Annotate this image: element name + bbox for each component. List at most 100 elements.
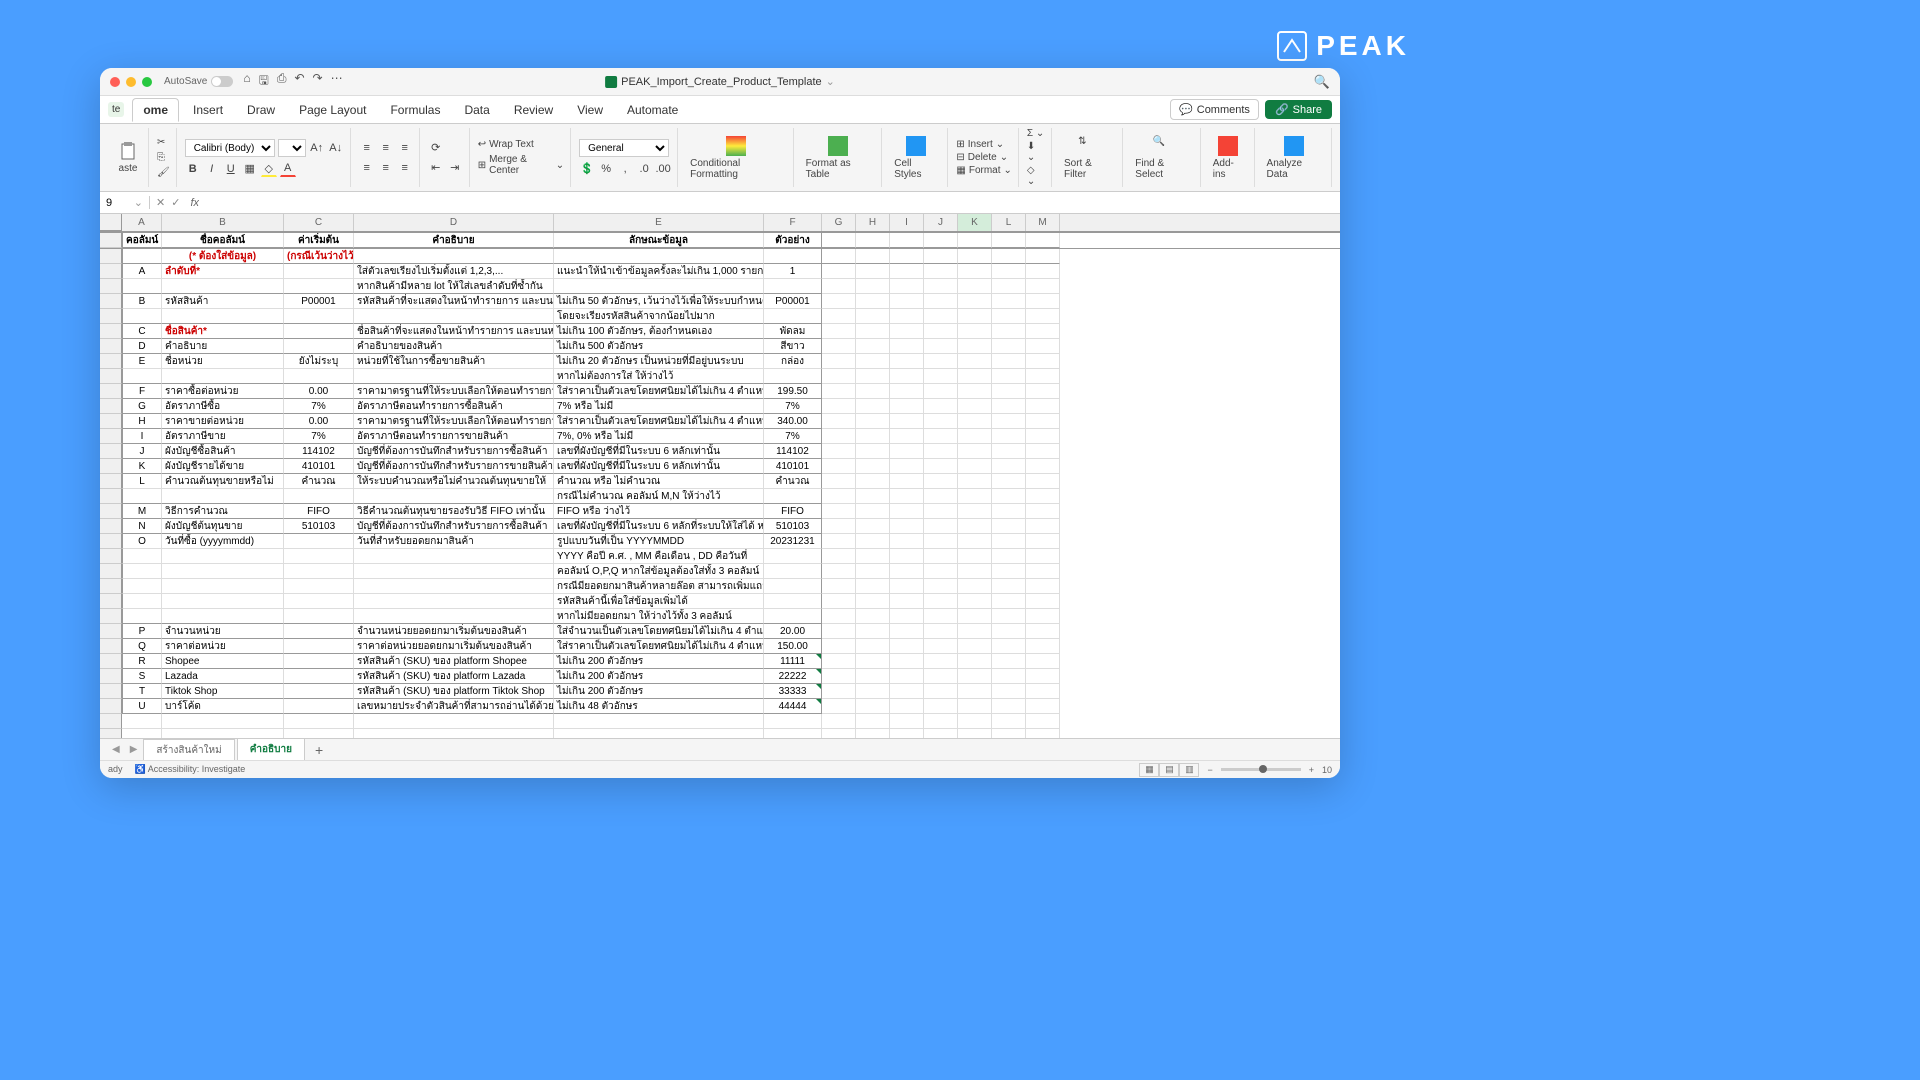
cell[interactable] <box>992 534 1026 549</box>
tab-formulas[interactable]: Formulas <box>380 99 450 121</box>
cell[interactable] <box>822 609 856 624</box>
cell[interactable]: 410101 <box>764 459 822 474</box>
cell[interactable] <box>992 384 1026 399</box>
cell[interactable] <box>1026 474 1060 489</box>
cell[interactable] <box>822 264 856 279</box>
cell[interactable] <box>1026 504 1060 519</box>
increase-indent-icon[interactable]: ⇥ <box>447 160 463 176</box>
cell[interactable]: ไม่เกิน 200 ตัวอักษร <box>554 669 764 684</box>
cell[interactable]: Lazada <box>162 669 284 684</box>
cell[interactable] <box>162 579 284 594</box>
zoom-in-button[interactable]: + <box>1309 765 1314 775</box>
cell[interactable] <box>764 549 822 564</box>
underline-button[interactable]: U <box>223 161 239 177</box>
cell[interactable]: 33333 <box>764 684 822 699</box>
number-format-select[interactable]: General <box>579 139 669 157</box>
cell[interactable] <box>122 729 162 738</box>
cell[interactable] <box>554 279 764 294</box>
cell[interactable] <box>924 504 958 519</box>
cell[interactable]: ไม่เกิน 200 ตัวอักษร <box>554 654 764 669</box>
cell[interactable] <box>1026 699 1060 714</box>
cell[interactable] <box>856 729 890 738</box>
cell[interactable] <box>958 384 992 399</box>
cell[interactable] <box>958 279 992 294</box>
cell[interactable] <box>924 294 958 309</box>
cell[interactable] <box>890 399 924 414</box>
cell[interactable]: T <box>122 684 162 699</box>
cell[interactable] <box>958 429 992 444</box>
percent-icon[interactable]: % <box>598 161 614 177</box>
cell[interactable] <box>924 384 958 399</box>
font-select[interactable]: Calibri (Body) <box>185 139 275 157</box>
cell[interactable] <box>284 264 354 279</box>
cell[interactable] <box>890 519 924 534</box>
cell[interactable] <box>822 684 856 699</box>
col-header-F[interactable]: F <box>764 214 822 231</box>
quick-access-toolbar[interactable]: ⌂ 🖫 ⎙ ↶ ↷ ⋯ <box>243 71 342 92</box>
cell[interactable] <box>890 324 924 339</box>
align-bottom-icon[interactable]: ≡ <box>397 140 413 156</box>
cell[interactable]: J <box>122 444 162 459</box>
col-header-C[interactable]: C <box>284 214 354 231</box>
cell[interactable] <box>764 714 822 729</box>
cell[interactable]: M <box>122 504 162 519</box>
cell[interactable]: ใส่ราคาเป็นตัวเลขโดยทศนิยมได้ไม่เกิน 4 ต… <box>554 414 764 429</box>
cell[interactable] <box>924 233 958 248</box>
cell[interactable] <box>958 249 992 264</box>
cell[interactable]: ผังบัญชีซื้อสินค้า <box>162 444 284 459</box>
cell[interactable] <box>354 489 554 504</box>
cell[interactable] <box>822 669 856 684</box>
cell[interactable]: หากไม่ต้องการใส่ ให้ว่างไว้ <box>554 369 764 384</box>
sheet-nav-prev[interactable]: ◀ <box>108 744 124 755</box>
cell[interactable] <box>890 444 924 459</box>
cell[interactable] <box>958 624 992 639</box>
cell[interactable]: Tiktok Shop <box>162 684 284 699</box>
home-icon[interactable]: ⌂ <box>243 71 250 92</box>
tab-automate[interactable]: Automate <box>617 99 688 121</box>
format-as-table-button[interactable]: Format as Table <box>802 134 876 182</box>
cell[interactable] <box>554 249 764 264</box>
cell[interactable] <box>890 594 924 609</box>
cell[interactable] <box>992 594 1026 609</box>
cell[interactable] <box>822 564 856 579</box>
cell[interactable]: แนะนำให้นำเข้าข้อมูลครั้งละไม่เกิน 1,000… <box>554 264 764 279</box>
cell[interactable] <box>958 504 992 519</box>
cell[interactable] <box>958 354 992 369</box>
cell[interactable] <box>822 459 856 474</box>
cell[interactable]: H <box>122 414 162 429</box>
cell[interactable] <box>890 264 924 279</box>
cell[interactable]: ลักษณะข้อมูล <box>554 233 764 248</box>
cell[interactable] <box>1026 729 1060 738</box>
cell[interactable] <box>1026 639 1060 654</box>
fill-color-button[interactable]: ◇ <box>261 161 277 177</box>
sheet-tab-1[interactable]: สร้างสินค้าใหม่ <box>143 739 234 761</box>
cell[interactable] <box>958 519 992 534</box>
document-title[interactable]: PEAK_Import_Create_Product_Template⌄ <box>605 75 835 88</box>
cell[interactable] <box>992 444 1026 459</box>
cell[interactable] <box>958 414 992 429</box>
find-select-button[interactable]: 🔍Find & Select <box>1131 134 1193 182</box>
cell[interactable] <box>822 519 856 534</box>
cell[interactable] <box>284 369 354 384</box>
cell[interactable]: F <box>122 384 162 399</box>
cell[interactable] <box>822 654 856 669</box>
cell[interactable]: พัดลม <box>764 324 822 339</box>
cell[interactable] <box>992 609 1026 624</box>
cell[interactable]: อัตราภาษีตอนทำรายการซื้อสินค้า <box>354 399 554 414</box>
cell[interactable] <box>856 249 890 264</box>
cell[interactable] <box>856 279 890 294</box>
cell[interactable]: FIFO หรือ ว่างไว้ <box>554 504 764 519</box>
cell[interactable] <box>856 594 890 609</box>
cell[interactable] <box>162 549 284 564</box>
cell[interactable] <box>122 564 162 579</box>
cell[interactable] <box>764 309 822 324</box>
cell[interactable]: ไม่เกิน 100 ตัวอักษร, ต้องกำหนดเอง <box>554 324 764 339</box>
italic-button[interactable]: I <box>204 161 220 177</box>
cell[interactable] <box>958 444 992 459</box>
merge-center-button[interactable]: ⊞ Merge & Center ⌄ <box>478 154 564 176</box>
cell[interactable]: วิธีคำนวณต้นทุนขายรองรับวิธี FIFO เท่านั… <box>354 504 554 519</box>
cell[interactable]: E <box>122 354 162 369</box>
cell[interactable] <box>924 474 958 489</box>
cell[interactable] <box>284 639 354 654</box>
cell[interactable] <box>822 549 856 564</box>
